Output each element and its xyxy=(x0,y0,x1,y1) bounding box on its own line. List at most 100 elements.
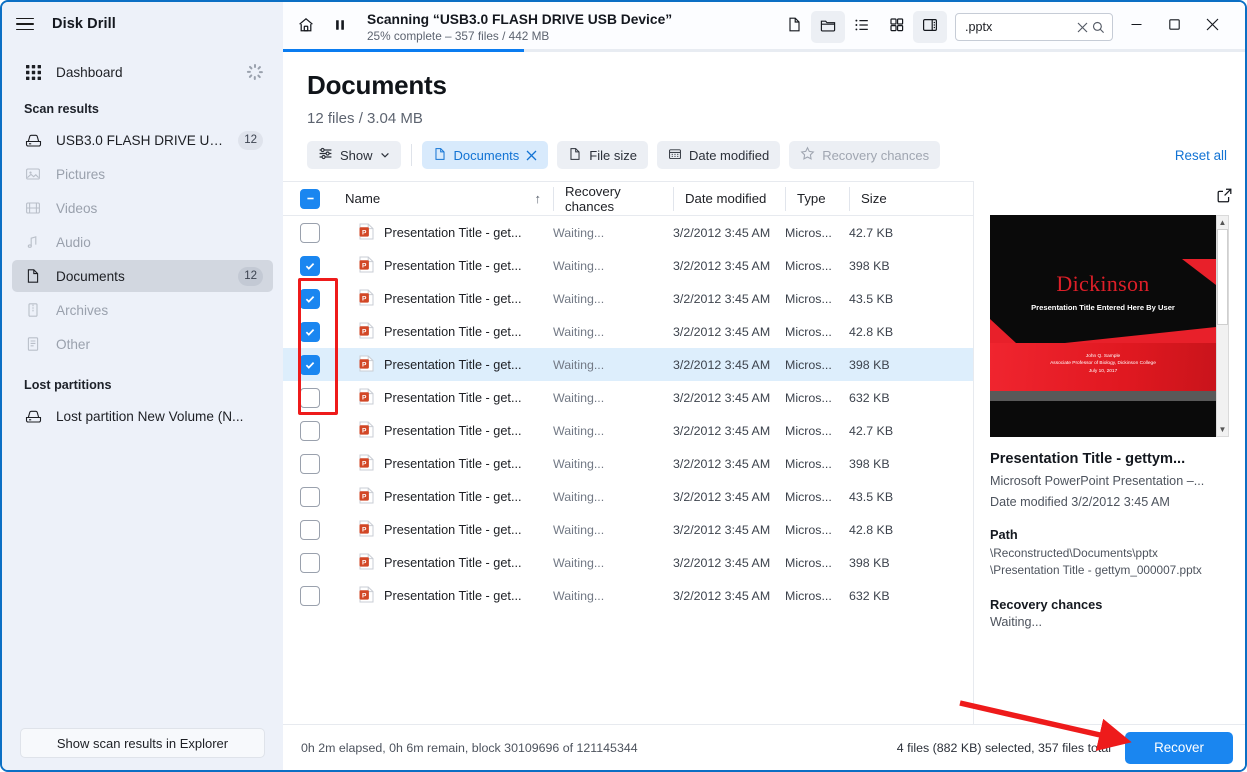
column-header-name[interactable]: Name ↑ xyxy=(337,187,553,211)
table-row[interactable]: PPresentation Title - get...Waiting...3/… xyxy=(283,414,973,447)
table-row[interactable]: PPresentation Title - get...Waiting...3/… xyxy=(283,348,973,381)
table-row[interactable]: PPresentation Title - get...Waiting...3/… xyxy=(283,513,973,546)
row-checkbox[interactable] xyxy=(283,454,337,474)
preview-path-line-2: \Presentation Title - gettym_000007.pptx xyxy=(990,562,1229,579)
other-icon xyxy=(24,335,42,353)
preview-image: Dickinson Presentation Title Entered Her… xyxy=(990,215,1229,437)
column-header-type[interactable]: Type xyxy=(785,187,849,211)
row-checkbox[interactable] xyxy=(283,223,337,243)
row-name-cell: PPresentation Title - get... xyxy=(337,322,553,342)
remove-filter-icon[interactable] xyxy=(526,150,537,161)
table-header-row: Name ↑ Recovery chances Date modified Ty… xyxy=(283,182,973,216)
preview-pane-icon xyxy=(921,16,939,39)
recover-button[interactable]: Recover xyxy=(1125,732,1233,764)
sidebar-item-videos[interactable]: Videos xyxy=(12,192,273,224)
file-view-button[interactable] xyxy=(777,11,811,43)
pause-scan-button[interactable] xyxy=(323,11,357,43)
svg-text:P: P xyxy=(362,427,367,434)
checkbox-unchecked-icon xyxy=(300,487,320,507)
row-checkbox[interactable] xyxy=(283,487,337,507)
sidebar-item-pictures[interactable]: Pictures xyxy=(12,158,273,190)
row-checkbox[interactable] xyxy=(283,553,337,573)
sidebar-item-audio[interactable]: Audio xyxy=(12,226,273,258)
scroll-up-icon[interactable]: ▲ xyxy=(1219,216,1227,229)
search-icon[interactable] xyxy=(1090,19,1106,35)
sidebar-item-label: Other xyxy=(56,337,263,352)
column-header-date-modified[interactable]: Date modified xyxy=(673,187,785,211)
table-row[interactable]: PPresentation Title - get...Waiting...3/… xyxy=(283,282,973,315)
row-checkbox[interactable] xyxy=(283,256,337,276)
table-row[interactable]: PPresentation Title - get...Waiting...3/… xyxy=(283,216,973,249)
sidebar-header: Disk Drill xyxy=(2,2,283,46)
table-row[interactable]: PPresentation Title - get...Waiting...3/… xyxy=(283,447,973,480)
select-all-checkbox[interactable] xyxy=(283,189,337,209)
row-size: 43.5 KB xyxy=(849,292,939,306)
sidebar-item-label: Videos xyxy=(56,201,263,216)
scroll-down-icon[interactable]: ▼ xyxy=(1219,423,1227,436)
svg-text:P: P xyxy=(362,592,367,599)
table-row[interactable]: PPresentation Title - get...Waiting...3/… xyxy=(283,315,973,348)
list-view-button[interactable] xyxy=(845,11,879,43)
filter-chip-file-size[interactable]: File size xyxy=(557,141,648,169)
row-checkbox[interactable] xyxy=(283,289,337,309)
powerpoint-file-icon: P xyxy=(359,355,375,375)
home-button[interactable] xyxy=(289,11,323,43)
search-box[interactable] xyxy=(955,13,1113,41)
filter-chip-documents[interactable]: Documents xyxy=(422,141,549,169)
sidebar-item-lost-partition[interactable]: Lost partition New Volume (N... xyxy=(12,400,273,432)
minimize-button[interactable] xyxy=(1117,9,1155,45)
sidebar-item-archives[interactable]: Archives xyxy=(12,294,273,326)
pause-icon xyxy=(332,17,348,38)
column-header-size[interactable]: Size xyxy=(849,187,939,211)
sidebar: Disk Drill Dashboard xyxy=(2,2,283,770)
row-checkbox[interactable] xyxy=(283,355,337,375)
row-checkbox[interactable] xyxy=(283,421,337,441)
app-title: Disk Drill xyxy=(52,16,116,32)
checkbox-checked-icon xyxy=(300,355,320,375)
open-external-icon[interactable] xyxy=(1216,187,1233,209)
sidebar-footer: Show scan results in Explorer xyxy=(2,728,283,770)
row-name-cell: PPresentation Title - get... xyxy=(337,421,553,441)
column-header-recovery-chances[interactable]: Recovery chances xyxy=(553,187,673,211)
table-row[interactable]: PPresentation Title - get...Waiting...3/… xyxy=(283,249,973,282)
row-checkbox[interactable] xyxy=(283,388,337,408)
sidebar-item-other[interactable]: Other xyxy=(12,328,273,360)
table-row[interactable]: PPresentation Title - get...Waiting...3/… xyxy=(283,579,973,612)
filter-chip-date-modified[interactable]: Date modified xyxy=(657,141,780,169)
filter-chip-recovery-chances[interactable]: Recovery chances xyxy=(789,141,940,169)
checkbox-unchecked-icon xyxy=(300,388,320,408)
row-type: Micros... xyxy=(785,424,849,438)
svg-text:P: P xyxy=(362,328,367,335)
search-input[interactable] xyxy=(965,20,1074,34)
maximize-button[interactable] xyxy=(1155,9,1193,45)
row-date-modified: 3/2/2012 3:45 AM xyxy=(673,589,785,603)
row-size: 632 KB xyxy=(849,391,939,405)
preview-scrollbar[interactable]: ▲ ▼ xyxy=(1216,215,1229,437)
sidebar-item-usb-drive[interactable]: USB3.0 FLASH DRIVE USB... 12 xyxy=(12,124,273,156)
scrollbar-thumb[interactable] xyxy=(1217,229,1228,325)
table-row[interactable]: PPresentation Title - get...Waiting...3/… xyxy=(283,381,973,414)
folder-view-button[interactable] xyxy=(811,11,845,43)
reset-all-button[interactable]: Reset all xyxy=(1175,148,1227,163)
table-row[interactable]: PPresentation Title - get...Waiting...3/… xyxy=(283,546,973,579)
sidebar-item-documents[interactable]: Documents 12 xyxy=(12,260,273,292)
table-row[interactable]: PPresentation Title - get...Waiting...3/… xyxy=(283,480,973,513)
grid-view-icon xyxy=(888,16,905,38)
table-body: PPresentation Title - get...Waiting...3/… xyxy=(283,216,973,724)
sidebar-item-dashboard[interactable]: Dashboard xyxy=(12,56,273,88)
preview-pane-button[interactable] xyxy=(913,11,947,43)
grid-view-button[interactable] xyxy=(879,11,913,43)
row-checkbox[interactable] xyxy=(283,586,337,606)
clear-search-icon[interactable] xyxy=(1074,19,1090,35)
column-label: Recovery chances xyxy=(565,184,673,214)
powerpoint-file-icon: P xyxy=(359,421,375,441)
show-filter-button[interactable]: Show xyxy=(307,141,401,169)
row-checkbox[interactable] xyxy=(283,322,337,342)
row-file-name: Presentation Title - get... xyxy=(384,292,522,306)
file-table: Name ↑ Recovery chances Date modified Ty… xyxy=(283,181,973,724)
column-label: Type xyxy=(797,191,826,206)
hamburger-menu-icon[interactable] xyxy=(16,13,38,35)
close-button[interactable] xyxy=(1193,9,1231,45)
row-checkbox[interactable] xyxy=(283,520,337,540)
show-scan-results-in-explorer-button[interactable]: Show scan results in Explorer xyxy=(20,728,265,758)
